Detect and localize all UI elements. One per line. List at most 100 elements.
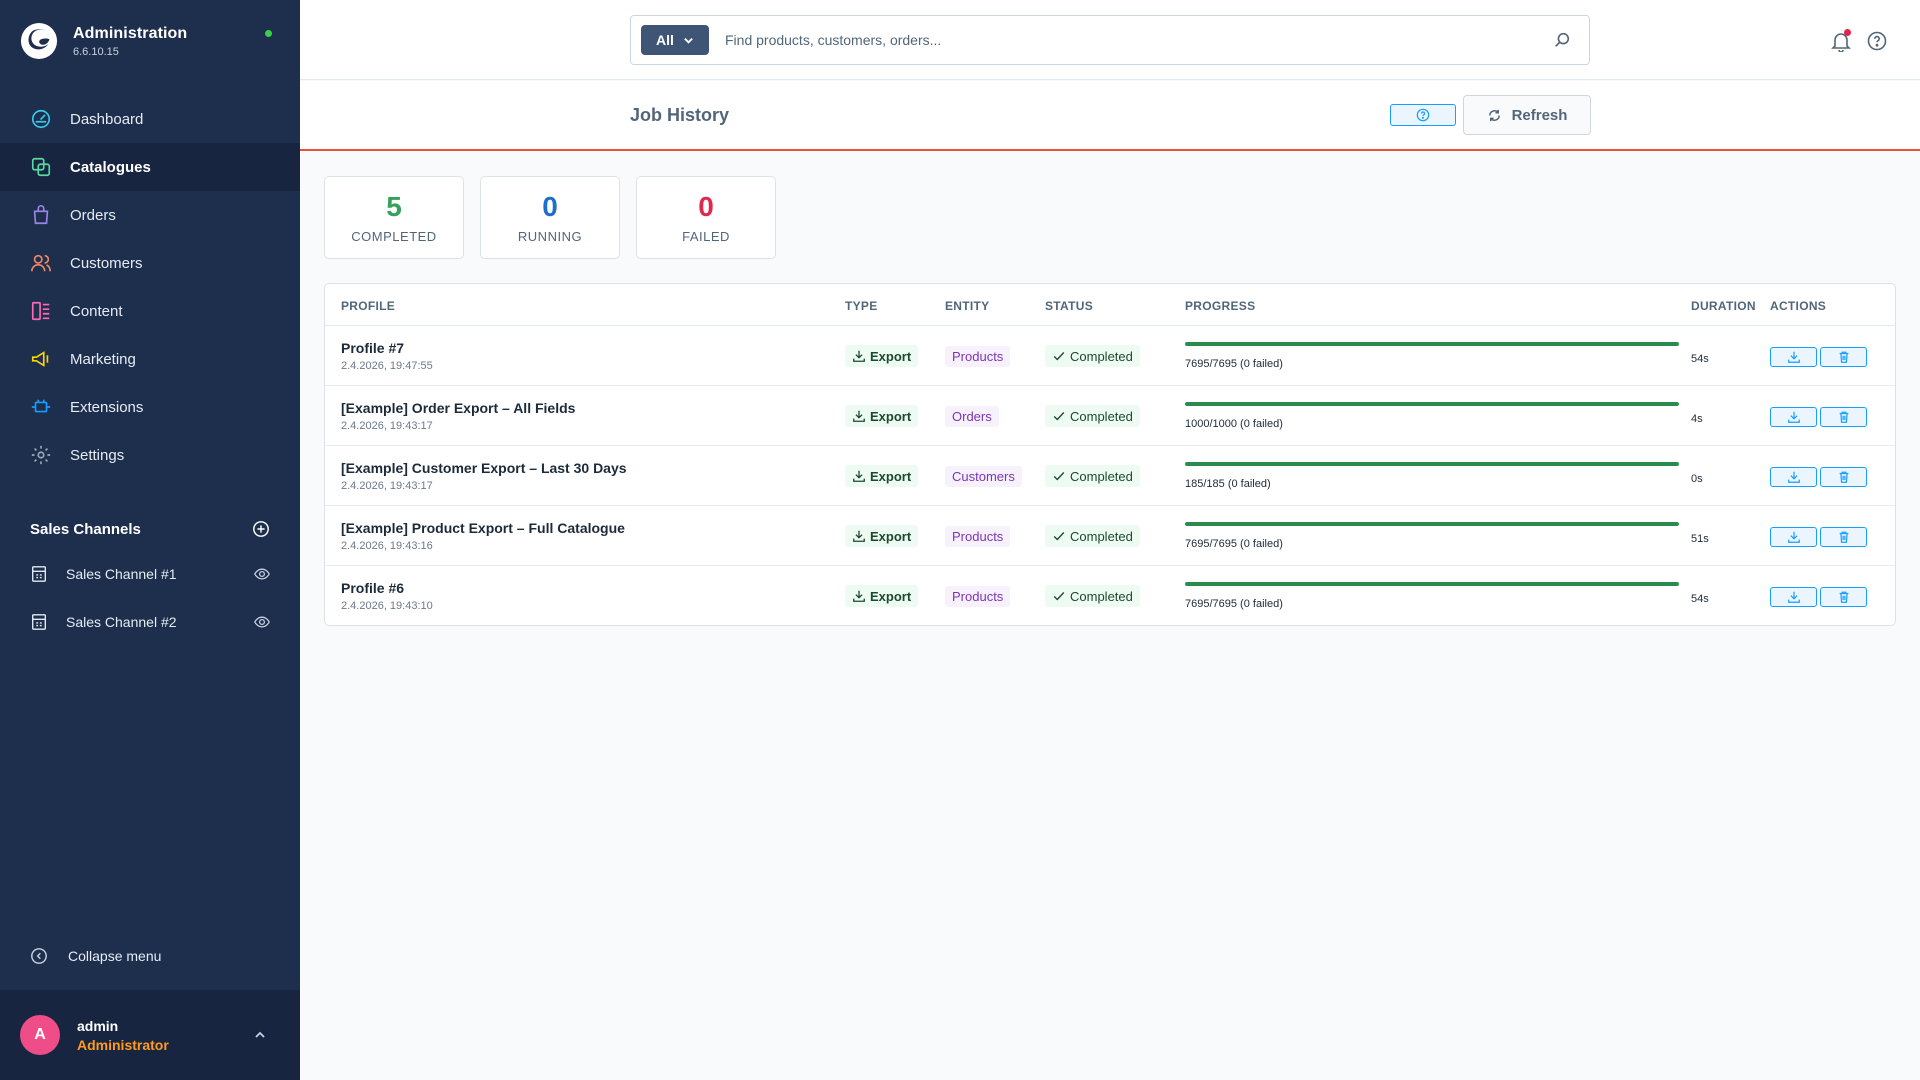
job-date: 2.4.2026, 19:47:55 <box>341 360 433 372</box>
download-icon <box>853 350 865 362</box>
progress-bar <box>1185 522 1679 526</box>
nav-item-dashboard[interactable]: Dashboard <box>0 95 300 143</box>
job-date: 2.4.2026, 19:43:16 <box>341 540 433 552</box>
job-history-table: PROFILE TYPE ENTITY STATUS PROGRESS DURA… <box>324 283 1896 626</box>
type-badge: Export <box>845 525 919 547</box>
add-sales-channel-icon[interactable] <box>252 520 270 538</box>
search-icon[interactable] <box>1553 31 1571 49</box>
job-date: 2.4.2026, 19:43:17 <box>341 480 433 492</box>
profile-name: [Example] Product Export – Full Catalogu… <box>341 520 625 536</box>
stat-card-failed: 0 FAILED <box>636 176 776 259</box>
nav-item-catalogues[interactable]: Catalogues <box>0 143 300 191</box>
nav-item-customers[interactable]: Customers <box>0 239 300 287</box>
search-type-select[interactable]: All <box>641 25 709 55</box>
entity-badge: Customers <box>945 466 1022 487</box>
trash-icon <box>1839 411 1848 423</box>
brand: Administration 6.6.10.15 <box>20 22 187 60</box>
download-icon <box>853 470 865 482</box>
checkmark-icon <box>1053 532 1065 541</box>
delete-button[interactable] <box>1820 587 1867 607</box>
nav-item-label: Orders <box>70 206 116 224</box>
type-label: Export <box>870 348 912 364</box>
status-badge: Completed <box>1045 465 1140 487</box>
stat-card-running: 0 RUNNING <box>480 176 620 259</box>
nav-item-extensions[interactable]: Extensions <box>0 383 300 431</box>
nav-item-orders[interactable]: Orders <box>0 191 300 239</box>
marketing-icon <box>30 348 52 370</box>
download-button[interactable] <box>1770 527 1817 547</box>
table-row: [Example] Product Export – Full Catalogu… <box>325 506 1895 566</box>
checkmark-icon <box>1053 412 1065 421</box>
progress-fill <box>1185 402 1679 406</box>
download-icon <box>853 590 865 602</box>
checkmark-icon <box>1053 472 1065 481</box>
info-button[interactable] <box>1390 104 1456 126</box>
nav-item-content[interactable]: Content <box>0 287 300 335</box>
duration: 51s <box>1691 533 1709 545</box>
download-icon <box>1787 531 1800 543</box>
download-button[interactable] <box>1770 407 1817 427</box>
profile-name: [Example] Order Export – All Fields <box>341 400 576 416</box>
catalogues-icon <box>30 156 52 178</box>
nav-item-marketing[interactable]: Marketing <box>0 335 300 383</box>
refresh-icon <box>1488 109 1500 121</box>
nav-item-settings[interactable]: Settings <box>0 431 300 479</box>
stat-label: RUNNING <box>517 229 583 244</box>
dashboard-icon <box>30 108 52 130</box>
stat-value: 0 <box>542 191 558 222</box>
delete-button[interactable] <box>1820 527 1867 547</box>
progress-bar <box>1185 462 1679 466</box>
table-row: [Example] Customer Export – Last 30 Days… <box>325 446 1895 506</box>
download-button[interactable] <box>1770 587 1817 607</box>
type-label: Export <box>870 588 912 604</box>
download-button[interactable] <box>1770 347 1817 367</box>
download-button[interactable] <box>1770 467 1817 487</box>
orders-icon <box>30 204 52 226</box>
sales-channels-header: Sales Channels <box>30 520 270 538</box>
status-label: Completed <box>1070 528 1133 544</box>
delete-button[interactable] <box>1820 407 1867 427</box>
delete-button[interactable] <box>1820 467 1867 487</box>
status-badge: Completed <box>1045 585 1140 607</box>
sales-channel-item[interactable]: Sales Channel #1 <box>0 550 300 598</box>
trash-icon <box>1839 591 1848 603</box>
chevron-up-icon[interactable] <box>252 1027 268 1043</box>
eye-icon[interactable] <box>254 566 270 582</box>
chevron-left-circle-icon <box>31 948 47 964</box>
column-header-entity: ENTITY <box>945 299 990 313</box>
job-date: 2.4.2026, 19:43:10 <box>341 600 433 612</box>
eye-icon[interactable] <box>254 614 270 630</box>
sales-channel-list: Sales Channel #1 Sales Channel #2 <box>0 550 300 646</box>
sales-channel-item[interactable]: Sales Channel #2 <box>0 598 300 646</box>
delete-button[interactable] <box>1820 347 1867 367</box>
stat-label: FAILED <box>682 229 730 244</box>
status-label: Completed <box>1070 588 1133 604</box>
checkmark-icon <box>1053 592 1065 601</box>
refresh-button[interactable]: Refresh <box>1463 95 1591 135</box>
stat-value: 5 <box>386 191 402 222</box>
search-input[interactable] <box>725 32 1553 48</box>
profile-name: Profile #7 <box>341 340 405 356</box>
nav-item-label: Customers <box>70 254 143 272</box>
profile-name: [Example] Customer Export – Last 30 Days <box>341 460 627 476</box>
user-panel[interactable]: A admin Administrator <box>0 990 300 1080</box>
collapse-menu-label: Collapse menu <box>68 948 162 964</box>
progress-bar <box>1185 582 1679 586</box>
shopware-logo-icon <box>20 22 58 60</box>
sales-channel-label: Sales Channel #2 <box>66 614 177 630</box>
download-icon <box>1787 471 1800 483</box>
entity-badge: Orders <box>945 406 999 427</box>
stat-value: 0 <box>698 191 714 222</box>
job-date: 2.4.2026, 19:43:17 <box>341 420 433 432</box>
stat-card-completed: 5 COMPLETED <box>324 176 464 259</box>
progress-fill <box>1185 342 1679 346</box>
collapse-menu-button[interactable]: Collapse menu <box>30 947 161 965</box>
table-row: Profile #7 2.4.2026, 19:47:55 Export Pro… <box>325 326 1895 386</box>
status-label: Completed <box>1070 348 1133 364</box>
refresh-label: Refresh <box>1511 106 1568 124</box>
status-badge: Completed <box>1045 405 1140 427</box>
entity-badge: Products <box>945 586 1011 607</box>
main-nav: Dashboard Catalogues Orders Customers Co… <box>0 95 300 479</box>
help-icon[interactable] <box>1867 31 1887 51</box>
progress-fill <box>1185 522 1679 526</box>
